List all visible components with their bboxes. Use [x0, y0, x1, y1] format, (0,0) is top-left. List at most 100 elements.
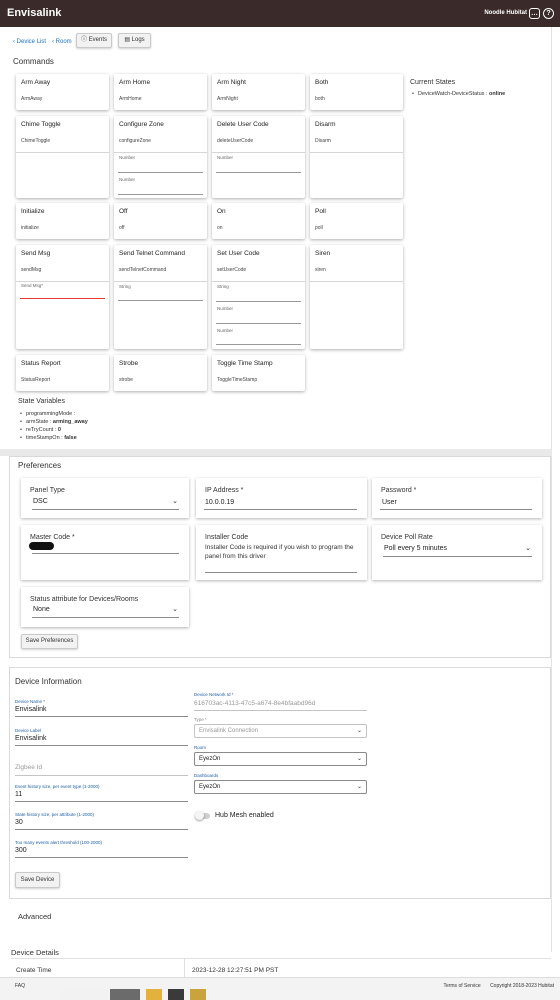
events-button[interactable]: ⓘ Events: [76, 33, 112, 48]
password-field[interactable]: Password * User: [372, 478, 542, 518]
arg-input[interactable]: [216, 323, 301, 324]
arg-input[interactable]: [216, 172, 301, 173]
command-method: ChimeToggle: [21, 138, 51, 144]
field-underline: [383, 556, 532, 557]
arg-input[interactable]: [216, 301, 301, 302]
zigbee-id-underline: [15, 775, 188, 776]
command-card-both[interactable]: Both both: [310, 74, 403, 110]
command-card-poll[interactable]: Poll poll: [310, 203, 403, 239]
command-card-initialize[interactable]: Initialize initialize: [16, 203, 109, 239]
command-name: Arm Night: [217, 79, 246, 86]
terms-link[interactable]: Terms of Service: [443, 983, 480, 989]
state-name: DeviceWatch-DeviceStatus: [418, 91, 485, 97]
room-link[interactable]: ‹ Room: [52, 39, 72, 45]
command-method: strobe: [119, 377, 133, 383]
command-method: ToggleTimeStamp: [217, 377, 258, 383]
command-card-set-user-code[interactable]: Set User Code setUserCode String Number …: [212, 245, 305, 349]
command-card-chime-toggle[interactable]: Chime Toggle ChimeToggle: [16, 116, 109, 198]
type-select[interactable]: Envisalink Connection ⌄: [194, 724, 367, 738]
logs-button[interactable]: ▤ Logs: [118, 33, 151, 48]
command-card-configure-zone[interactable]: Configure Zone configureZone Number Numb…: [114, 116, 207, 198]
command-method: Disarm: [315, 138, 331, 144]
command-method: ArmNight: [217, 96, 238, 102]
command-card-on[interactable]: On on: [212, 203, 305, 239]
state-variable-item: • reTryCount : 0: [20, 427, 61, 433]
master-code-field[interactable]: Master Code *: [21, 525, 189, 580]
taskbar-app-icon[interactable]: [168, 989, 184, 1000]
save-preferences-button[interactable]: Save Preferences: [21, 634, 78, 649]
device-name-value[interactable]: Envisalink: [15, 706, 47, 713]
field-value: 10.0.0.19: [205, 499, 235, 506]
hub-mesh-label: Hub Mesh enabled: [215, 812, 274, 819]
variable-name: timeStampOn: [26, 435, 60, 441]
command-card-siren[interactable]: Siren siren: [310, 245, 403, 349]
command-card-arm-home[interactable]: Arm Home ArmHome: [114, 74, 207, 110]
command-card-send-msg[interactable]: Send Msg sendMsg Send Msg*: [16, 245, 109, 349]
command-card-off[interactable]: Off off: [114, 203, 207, 239]
command-card-send-telnet-command[interactable]: Send Telnet Command sendTelnetCommand St…: [114, 245, 207, 349]
card-divider: [16, 152, 109, 153]
field-underline: [380, 509, 532, 510]
advanced-section[interactable]: Advanced: [18, 912, 51, 921]
command-name: Arm Away: [21, 79, 51, 86]
faq-link[interactable]: FAQ: [15, 983, 25, 989]
taskbar-app-icon[interactable]: [60, 989, 108, 1000]
zigbee-id-field[interactable]: Zigbee Id: [15, 764, 42, 771]
ip-address-field[interactable]: IP Address * 10.0.0.19: [196, 478, 367, 518]
bullet: •: [412, 91, 414, 97]
event-history-value[interactable]: 11: [15, 791, 22, 798]
arg-input[interactable]: [118, 172, 203, 173]
command-method: on: [217, 225, 223, 231]
network-id-label: Device Network Id *: [194, 692, 234, 697]
events-label: Events: [88, 37, 108, 43]
arg-input[interactable]: [216, 344, 301, 345]
chevron-down-icon: ⌄: [172, 498, 178, 505]
state-variable-item: • armState : arming_away: [20, 419, 88, 425]
too-many-events-value[interactable]: 300: [15, 847, 27, 854]
network-id-value[interactable]: 616703ac-4113-47c5-a674-8e4bfaabd96d: [194, 700, 315, 707]
state-history-value[interactable]: 30: [15, 819, 23, 826]
type-label: Type *: [194, 717, 207, 722]
chat-icon[interactable]: …: [529, 8, 540, 19]
taskbar-app-icon[interactable]: [110, 989, 140, 1000]
field-underline: [205, 572, 357, 573]
command-name: Status Report: [21, 360, 61, 367]
command-name: Arm Home: [119, 79, 151, 86]
command-card-arm-night[interactable]: Arm Night ArmNight: [212, 74, 305, 110]
save-device-button[interactable]: Save Device: [15, 872, 60, 888]
device-poll-rate-select[interactable]: Device Poll Rate Poll every 5 minutes ⌄: [372, 525, 542, 580]
hub-name[interactable]: Noodle Hubitat: [484, 10, 527, 16]
taskbar-app-icon[interactable]: [146, 989, 162, 1000]
command-card-status-report[interactable]: Status Report StatusReport: [16, 355, 109, 391]
status-attribute-select[interactable]: Status attribute for Devices/Rooms None …: [21, 587, 189, 627]
command-card-arm-away[interactable]: Arm Away ArmAway: [16, 74, 109, 110]
arg-input[interactable]: [20, 298, 105, 299]
variable-value: false: [64, 435, 77, 441]
command-name: Initialize: [21, 208, 45, 215]
field-label: Password *: [381, 487, 417, 494]
hub-mesh-toggle[interactable]: [195, 811, 210, 820]
variable-name: programmingMode: [26, 411, 73, 417]
command-name: On: [217, 208, 226, 215]
command-card-disarm[interactable]: Disarm Disarm: [310, 116, 403, 198]
command-method: poll: [315, 225, 323, 231]
current-states-title: Current States: [410, 79, 456, 86]
command-card-toggle-time-stamp[interactable]: Toggle Time Stamp ToggleTimeStamp: [212, 355, 305, 391]
table-divider: [184, 959, 185, 978]
panel-type-select[interactable]: Panel Type DSC ⌄: [21, 478, 189, 518]
variable-name: reTryCount: [26, 427, 54, 433]
command-card-delete-user-code[interactable]: Delete User Code deleteUserCode Number: [212, 116, 305, 198]
installer-code-field[interactable]: Installer Code Installer Code is require…: [196, 525, 367, 580]
room-select[interactable]: EyezOn ⌄: [194, 752, 367, 766]
copyright-text: Copyright 2018-2023 Hubitat: [490, 983, 554, 989]
arg-input[interactable]: [118, 300, 203, 301]
taskbar-app-icon[interactable]: [190, 989, 206, 1000]
arg-input[interactable]: [118, 194, 203, 195]
device-list-link[interactable]: ‹ Device List: [13, 39, 46, 45]
dashboards-select[interactable]: EyezOn ⌄: [194, 780, 367, 794]
help-icon[interactable]: ?: [543, 8, 554, 19]
device-label-value[interactable]: Envisalink: [15, 735, 47, 742]
command-card-strobe[interactable]: Strobe strobe: [114, 355, 207, 391]
card-divider: [310, 152, 403, 153]
chevron-down-icon: ⌄: [525, 545, 531, 552]
